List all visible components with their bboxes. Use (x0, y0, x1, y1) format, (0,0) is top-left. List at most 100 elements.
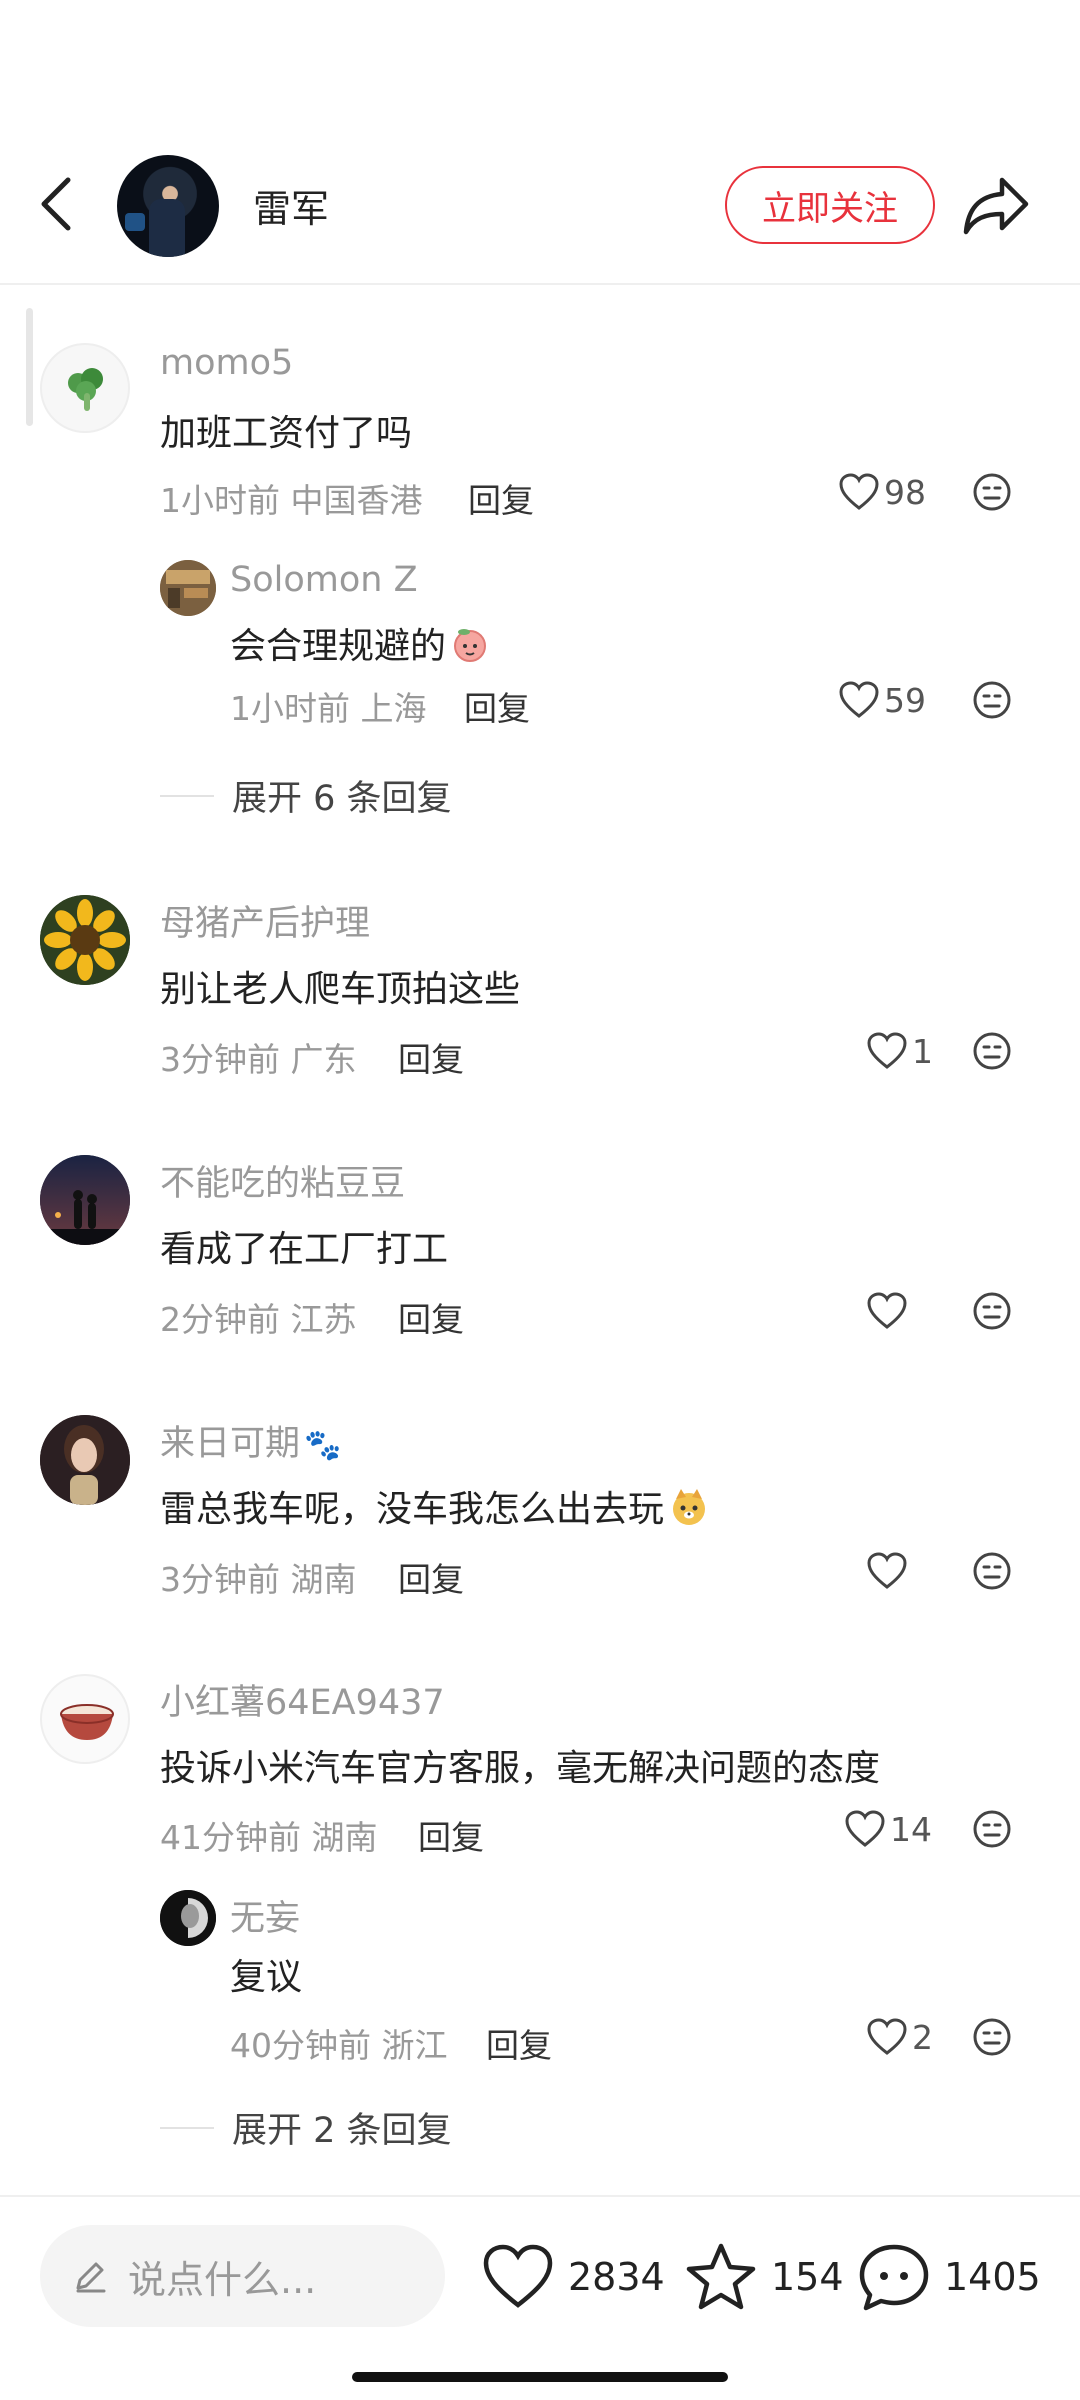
follow-button[interactable]: 立即关注 (725, 166, 935, 244)
commenter-avatar[interactable] (40, 1155, 130, 1245)
dislike-button[interactable] (972, 2017, 1012, 2057)
commenter-name[interactable]: momo5 (160, 343, 293, 383)
fox-emoji-icon (673, 1489, 706, 1525)
comment-text[interactable]: 雷总我车呢，没车我怎么出去玩 (160, 1480, 710, 1532)
dislike-face-icon (973, 1292, 1011, 1330)
heart-icon (867, 1032, 907, 1069)
reply-button[interactable]: 回复 (464, 682, 530, 730)
commenter-avatar[interactable] (40, 343, 130, 433)
reply-button[interactable]: 回复 (486, 2019, 552, 2067)
like-button[interactable]: 2 (866, 2015, 933, 2059)
heart-icon (483, 2244, 553, 2308)
back-arrow-icon (41, 177, 71, 231)
dislike-button[interactable] (972, 680, 1012, 720)
reply-avatar[interactable] (160, 560, 216, 616)
like-button[interactable]: 1 (866, 1029, 933, 1073)
dislike-button[interactable] (972, 1031, 1012, 1071)
dislike-face-icon (973, 1810, 1011, 1848)
scroll-indicator[interactable] (26, 308, 33, 426)
like-post-button[interactable]: 2834 (482, 2239, 665, 2315)
commenter-avatar[interactable] (40, 1674, 130, 1764)
commenter-avatar[interactable] (40, 1415, 130, 1505)
heart-icon (845, 1810, 885, 1847)
commenter-name[interactable]: 母猪产后护理 (160, 895, 370, 946)
comment-text[interactable]: 别让老人爬车顶拍这些 (160, 960, 520, 1012)
heart-icon (839, 473, 879, 510)
heart-icon (867, 1552, 907, 1589)
broccoli-icon (68, 368, 103, 411)
heart-icon (867, 1292, 907, 1329)
post-like-count: 2834 (568, 2255, 665, 2299)
reply-button[interactable]: 回复 (418, 1811, 484, 1859)
reply-text-content: 会合理规避的 (230, 626, 447, 667)
shop-photo-icon (160, 560, 216, 616)
author-avatar[interactable] (117, 155, 219, 257)
home-indicator[interactable] (352, 2372, 728, 2382)
dislike-face-icon (973, 473, 1011, 511)
reply-button[interactable]: 回复 (398, 1293, 464, 1341)
share-button[interactable] (962, 174, 1030, 236)
comment-text[interactable]: 加班工资付了吗 (160, 404, 412, 456)
bw-portrait-icon (160, 1890, 216, 1946)
commenter-avatar[interactable] (40, 895, 130, 985)
reply-text[interactable]: 复议 (230, 1948, 302, 2000)
like-count: 14 (890, 1809, 932, 1849)
like-button[interactable]: 14 (844, 1807, 932, 1851)
back-button[interactable] (30, 172, 86, 236)
commenter-name[interactable]: 来日可期 🐾 (160, 1415, 341, 1466)
dislike-button[interactable] (972, 1551, 1012, 1591)
dislike-face-icon (973, 1032, 1011, 1070)
expand-replies-label: 展开 2 条回复 (232, 2111, 452, 2151)
avatar-figure (149, 199, 185, 257)
collect-post-button[interactable]: 154 (685, 2239, 844, 2315)
like-count: 1 (912, 1031, 933, 1071)
expand-replies-button[interactable]: 展开 6 条回复 (160, 770, 452, 821)
commenter-name[interactable]: 小红薯64EA9437 (160, 1674, 445, 1725)
commenter-name-text: 来日可期 (160, 1424, 301, 1464)
comment-input-placeholder: 说点什么... (128, 2257, 317, 2302)
comment-input[interactable]: 说点什么... (40, 2225, 445, 2327)
expand-divider (160, 794, 214, 797)
avatar-background-light (125, 213, 145, 231)
like-button[interactable] (866, 1549, 912, 1593)
star-icon (686, 2243, 756, 2310)
bottom-action-bar: 说点什么... 2834 154 1405 (0, 2195, 1080, 2400)
reply-text[interactable]: 会合理规避的 (230, 617, 490, 669)
expand-replies-button[interactable]: 展开 2 条回复 (160, 2102, 452, 2153)
dislike-button[interactable] (972, 1809, 1012, 1849)
reply-author-name[interactable]: 无妄 (230, 1890, 300, 1941)
paw-emoji-icon: 🐾 (304, 1428, 342, 1463)
like-button[interactable] (866, 1289, 912, 1333)
author-name[interactable]: 雷军 (253, 178, 329, 233)
post-collect-count: 154 (771, 2255, 844, 2299)
commenter-name[interactable]: 不能吃的粘豆豆 (160, 1155, 405, 1206)
like-count: 59 (884, 680, 926, 720)
share-icon (963, 177, 1029, 235)
heart-icon (867, 2018, 907, 2055)
comment-time-location: 3分钟前 广东 (160, 1040, 357, 1079)
top-bar: 雷军 立即关注 (0, 0, 1080, 285)
comment-text[interactable]: 看成了在工厂打工 (160, 1220, 448, 1272)
reply-button[interactable]: 回复 (398, 1553, 464, 1601)
comment-post-button[interactable]: 1405 (858, 2239, 1041, 2315)
like-button[interactable]: 59 (838, 678, 926, 722)
dislike-face-icon (973, 1552, 1011, 1590)
post-comment-count: 1405 (944, 2255, 1041, 2299)
dislike-button[interactable] (972, 472, 1012, 512)
reply-button[interactable]: 回复 (468, 474, 534, 522)
dislike-button[interactable] (972, 1291, 1012, 1331)
comment-text[interactable]: 投诉小米汽车官方客服，毫无解决问题的态度 (160, 1739, 880, 1791)
reply-time-location: 40分钟前 浙江 (230, 2026, 448, 2065)
peach-emoji-icon (454, 629, 487, 662)
comment-text-content: 雷总我车呢，没车我怎么出去玩 (160, 1489, 665, 1530)
reply-avatar[interactable] (160, 1890, 216, 1946)
like-button[interactable]: 98 (838, 470, 926, 514)
comment-time-location: 2分钟前 江苏 (160, 1300, 357, 1339)
reply-button[interactable]: 回复 (398, 1033, 464, 1081)
reply-time-location: 1小时前 上海 (230, 689, 427, 728)
portrait-photo-icon (40, 1415, 130, 1505)
reply-author-name[interactable]: Solomon Z (230, 560, 418, 600)
bowl-icon (60, 1704, 114, 1740)
like-count: 2 (912, 2017, 933, 2057)
pencil-icon (76, 2262, 106, 2293)
